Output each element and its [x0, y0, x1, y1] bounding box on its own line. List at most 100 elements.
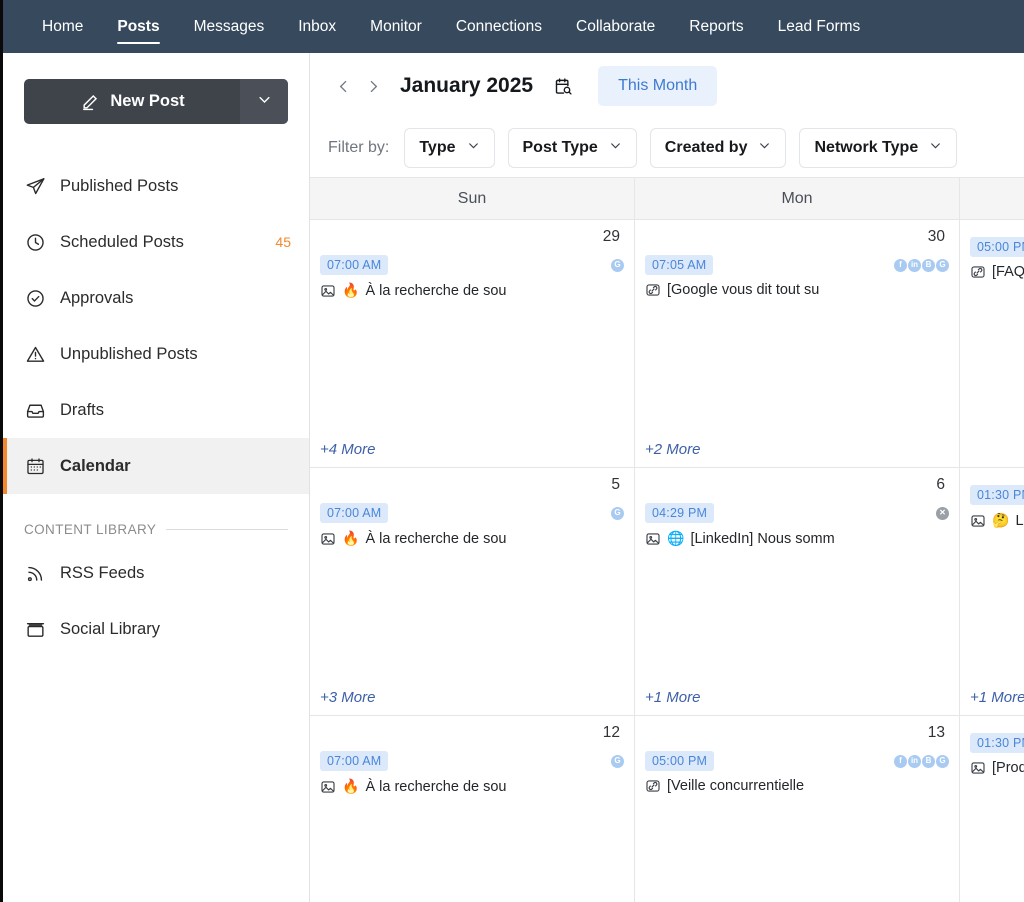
nav-item-inbox[interactable]: Inbox — [281, 0, 353, 53]
calendar-post-item[interactable]: 07:05 AM f in B G [Google vous dit tout su — [645, 255, 949, 298]
day-number: 13 — [927, 724, 945, 741]
network-icon-in: in — [908, 754, 921, 768]
network-icon-B: B — [922, 754, 935, 768]
post-emoji: 🌐 — [667, 530, 685, 546]
calendar-day-cell[interactable]: 12 07:00 AM G 🔥 À la recherche de sou — [310, 716, 635, 902]
calendar-search-icon[interactable] — [553, 76, 574, 97]
day-number: 6 — [936, 476, 945, 493]
network-icon-G: G — [611, 506, 624, 520]
inbox-icon — [24, 399, 46, 421]
more-posts-link[interactable]: +1 More — [645, 689, 700, 706]
clock-icon — [24, 231, 46, 253]
more-posts-link[interactable]: +1 More — [970, 689, 1024, 706]
calendar-post-item[interactable]: 05:00 PM f in B G [Veille concurrentielle — [645, 751, 949, 794]
chevron-down-icon — [257, 92, 272, 112]
nav-item-monitor[interactable]: Monitor — [353, 0, 439, 53]
calendar-day-cell[interactable]: 01:30 PM 🤔 L'I +1 More — [960, 468, 1024, 715]
more-posts-link[interactable]: +2 More — [645, 441, 700, 458]
post-network-icons: G — [611, 754, 624, 768]
calendar-post-item[interactable]: 07:00 AM G 🔥 À la recherche de sou — [320, 255, 624, 299]
post-title-row: [Google vous dit tout su — [645, 282, 949, 298]
sidebar-item-published-posts[interactable]: Published Posts — [3, 158, 309, 214]
top-navigation-bar: Home Posts Messages Inbox Monitor Connections… — [0, 0, 1024, 53]
next-month-button[interactable] — [358, 71, 388, 101]
calendar-day-cell[interactable]: 13 05:00 PM f in B G [Veille concurrentielle — [635, 716, 960, 902]
filter-label: Network Type — [814, 139, 919, 156]
post-meta-row: 07:00 AM G — [320, 751, 624, 771]
sidebar-item-rss-feeds[interactable]: RSS Feeds — [3, 545, 309, 601]
calendar-grid: Sun Mon 29 07:00 AM G 🔥 À la recherche de sou… — [310, 177, 1024, 902]
nav-item-home[interactable]: Home — [25, 0, 100, 53]
nav-item-messages[interactable]: Messages — [177, 0, 282, 53]
nav-item-connections[interactable]: Connections — [439, 0, 559, 53]
post-title-row: 🔥 À la recherche de sou — [320, 778, 624, 795]
filter-post-type[interactable]: Post Type — [507, 128, 637, 168]
calendar-post-item[interactable]: 01:30 PM 🤔 L'I — [970, 485, 1024, 529]
post-title-row: 🔥 À la recherche de sou — [320, 282, 624, 299]
check-circle-icon — [24, 287, 46, 309]
calendar-post-item[interactable]: 07:00 AM G 🔥 À la recherche de sou — [320, 503, 624, 547]
calendar-day-cell[interactable]: 6 04:29 PM ✕ 🌐 [LinkedIn] Nous somm +1 More — [635, 468, 960, 715]
post-emoji: 🤔 — [992, 512, 1010, 528]
filter-network-type[interactable]: Network Type — [799, 128, 958, 168]
day-number: 5 — [611, 476, 620, 493]
image-icon — [645, 531, 661, 547]
calendar-day-cell[interactable]: 29 07:00 AM G 🔥 À la recherche de sou +4 More — [310, 220, 635, 467]
this-month-button[interactable]: This Month — [598, 66, 718, 106]
post-title-row: 🤔 L'I — [970, 512, 1024, 529]
sidebar-item-label: RSS Feeds — [60, 563, 145, 582]
calendar-post-item[interactable]: 05:00 PM [FAQ — [970, 237, 1024, 280]
sidebar-item-unpublished-posts[interactable]: Unpublished Posts — [3, 326, 309, 382]
nav-item-posts[interactable]: Posts — [100, 0, 176, 53]
post-title-row: [Prod — [970, 760, 1024, 776]
post-title: L'I — [1015, 512, 1024, 529]
filter-created-by[interactable]: Created by — [649, 128, 787, 168]
sidebar-item-badge: 45 — [275, 234, 291, 250]
filter-type[interactable]: Type — [404, 128, 495, 168]
day-header-Sun: Sun — [310, 178, 635, 219]
nav-item-collaborate[interactable]: Collaborate — [559, 0, 672, 53]
sidebar-item-calendar[interactable]: Calendar — [3, 438, 309, 494]
post-meta-row: 05:00 PM f in B G — [645, 751, 949, 771]
post-time-badge: 07:05 AM — [645, 255, 714, 275]
sidebar-item-drafts[interactable]: Drafts — [3, 382, 309, 438]
image-icon — [320, 779, 336, 795]
nav-item-reports[interactable]: Reports — [672, 0, 760, 53]
post-meta-row: 05:00 PM — [970, 237, 1024, 257]
calendar-post-item[interactable]: 04:29 PM ✕ 🌐 [LinkedIn] Nous somm — [645, 503, 949, 547]
sidebar-item-approvals[interactable]: Approvals — [3, 270, 309, 326]
calendar-post-item[interactable]: 01:30 PM [Prod — [970, 733, 1024, 776]
post-emoji: 🔥 — [342, 530, 360, 546]
post-time-badge: 07:00 AM — [320, 503, 389, 523]
image-icon — [320, 283, 336, 299]
calendar-day-cell[interactable]: 05:00 PM [FAQ — [960, 220, 1024, 467]
calendar-post-item[interactable]: 07:00 AM G 🔥 À la recherche de sou — [320, 751, 624, 795]
post-title: [Prod — [992, 760, 1024, 776]
post-emoji: 🔥 — [342, 778, 360, 794]
new-post-main[interactable]: New Post — [24, 79, 240, 124]
sidebar-item-scheduled-posts[interactable]: Scheduled Posts 45 — [3, 214, 309, 270]
post-emoji: 🔥 — [342, 282, 360, 298]
calendar-day-cell[interactable]: 5 07:00 AM G 🔥 À la recherche de sou +3 More — [310, 468, 635, 715]
chevron-down-icon — [609, 139, 622, 157]
new-post-dropdown-toggle[interactable] — [240, 79, 288, 124]
content-library-section-header: CONTENT LIBRARY — [3, 522, 309, 537]
day-header-Mon: Mon — [635, 178, 960, 219]
calendar-day-cell[interactable]: 01:30 PM [Prod — [960, 716, 1024, 902]
day-number: 29 — [602, 228, 620, 245]
more-posts-link[interactable]: +4 More — [320, 441, 375, 458]
image-icon — [320, 531, 336, 547]
new-post-button[interactable]: New Post — [24, 79, 288, 124]
post-title: [Google vous dit tout su — [667, 282, 820, 298]
chevron-down-icon — [929, 139, 942, 157]
post-meta-row: 04:29 PM ✕ — [645, 503, 949, 523]
post-network-icons: G — [611, 506, 624, 520]
nav-item-lead-forms[interactable]: Lead Forms — [761, 0, 878, 53]
more-posts-link[interactable]: +3 More — [320, 689, 375, 706]
post-network-icons: G — [611, 258, 624, 272]
sidebar-item-social-library[interactable]: Social Library — [3, 601, 309, 657]
prev-month-button[interactable] — [328, 71, 358, 101]
calendar-day-cell[interactable]: 30 07:05 AM f in B G [Google vous dit tout su +… — [635, 220, 960, 467]
sidebar-item-label: Calendar — [60, 456, 131, 475]
network-icon-f: f — [894, 258, 907, 272]
